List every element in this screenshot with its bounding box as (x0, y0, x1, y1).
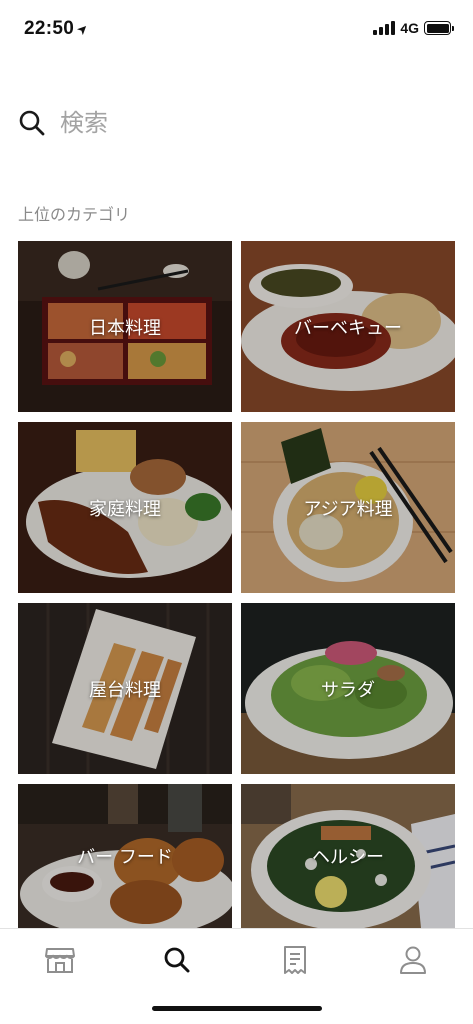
section-title: 上位のカテゴリ (18, 205, 131, 224)
category-tile-asian[interactable]: アジア料理 (241, 422, 455, 593)
category-tile-bar-food[interactable]: バー フード (18, 784, 232, 928)
search-input[interactable] (60, 109, 420, 137)
network-type: 4G (400, 20, 419, 36)
category-tile-japanese[interactable]: 日本料理 (18, 241, 232, 412)
category-tile-healthy[interactable]: ヘルシー (241, 784, 455, 928)
status-indicators: 4G (373, 20, 454, 36)
category-label: バー フード (77, 847, 173, 868)
category-tile-bbq[interactable]: バーベキュー (241, 241, 455, 412)
search-icon (19, 110, 45, 136)
category-label: アジア料理 (303, 498, 393, 520)
clock-time: 22:50 (24, 18, 75, 39)
signal-strength-icon (373, 21, 396, 35)
battery-icon (424, 21, 454, 35)
category-tile-salad[interactable]: サラダ (241, 603, 455, 774)
tab-account[interactable] (393, 943, 433, 977)
status-bar: 22:50➤ 4G (0, 0, 473, 58)
category-tile-comfort-food[interactable]: 家庭料理 (18, 422, 232, 593)
tab-home[interactable] (40, 943, 80, 977)
category-tile-street-food[interactable]: 屋台料理 (18, 603, 232, 774)
tab-orders[interactable] (275, 943, 315, 977)
category-label: バーベキュー (294, 317, 402, 339)
home-indicator (152, 1006, 322, 1011)
profile-icon (400, 946, 426, 974)
receipt-icon (284, 946, 306, 974)
tab-search[interactable] (157, 943, 197, 977)
status-time: 22:50➤ (24, 18, 92, 40)
search-bar[interactable] (18, 104, 455, 142)
category-label: サラダ (321, 679, 375, 701)
location-arrow-icon: ➤ (73, 19, 92, 39)
category-label: 家庭料理 (89, 498, 161, 520)
category-label: 屋台料理 (89, 679, 161, 701)
search-icon (164, 947, 190, 973)
category-label: 日本料理 (89, 317, 161, 339)
store-icon (45, 948, 75, 973)
category-label: ヘルシー (312, 847, 384, 868)
